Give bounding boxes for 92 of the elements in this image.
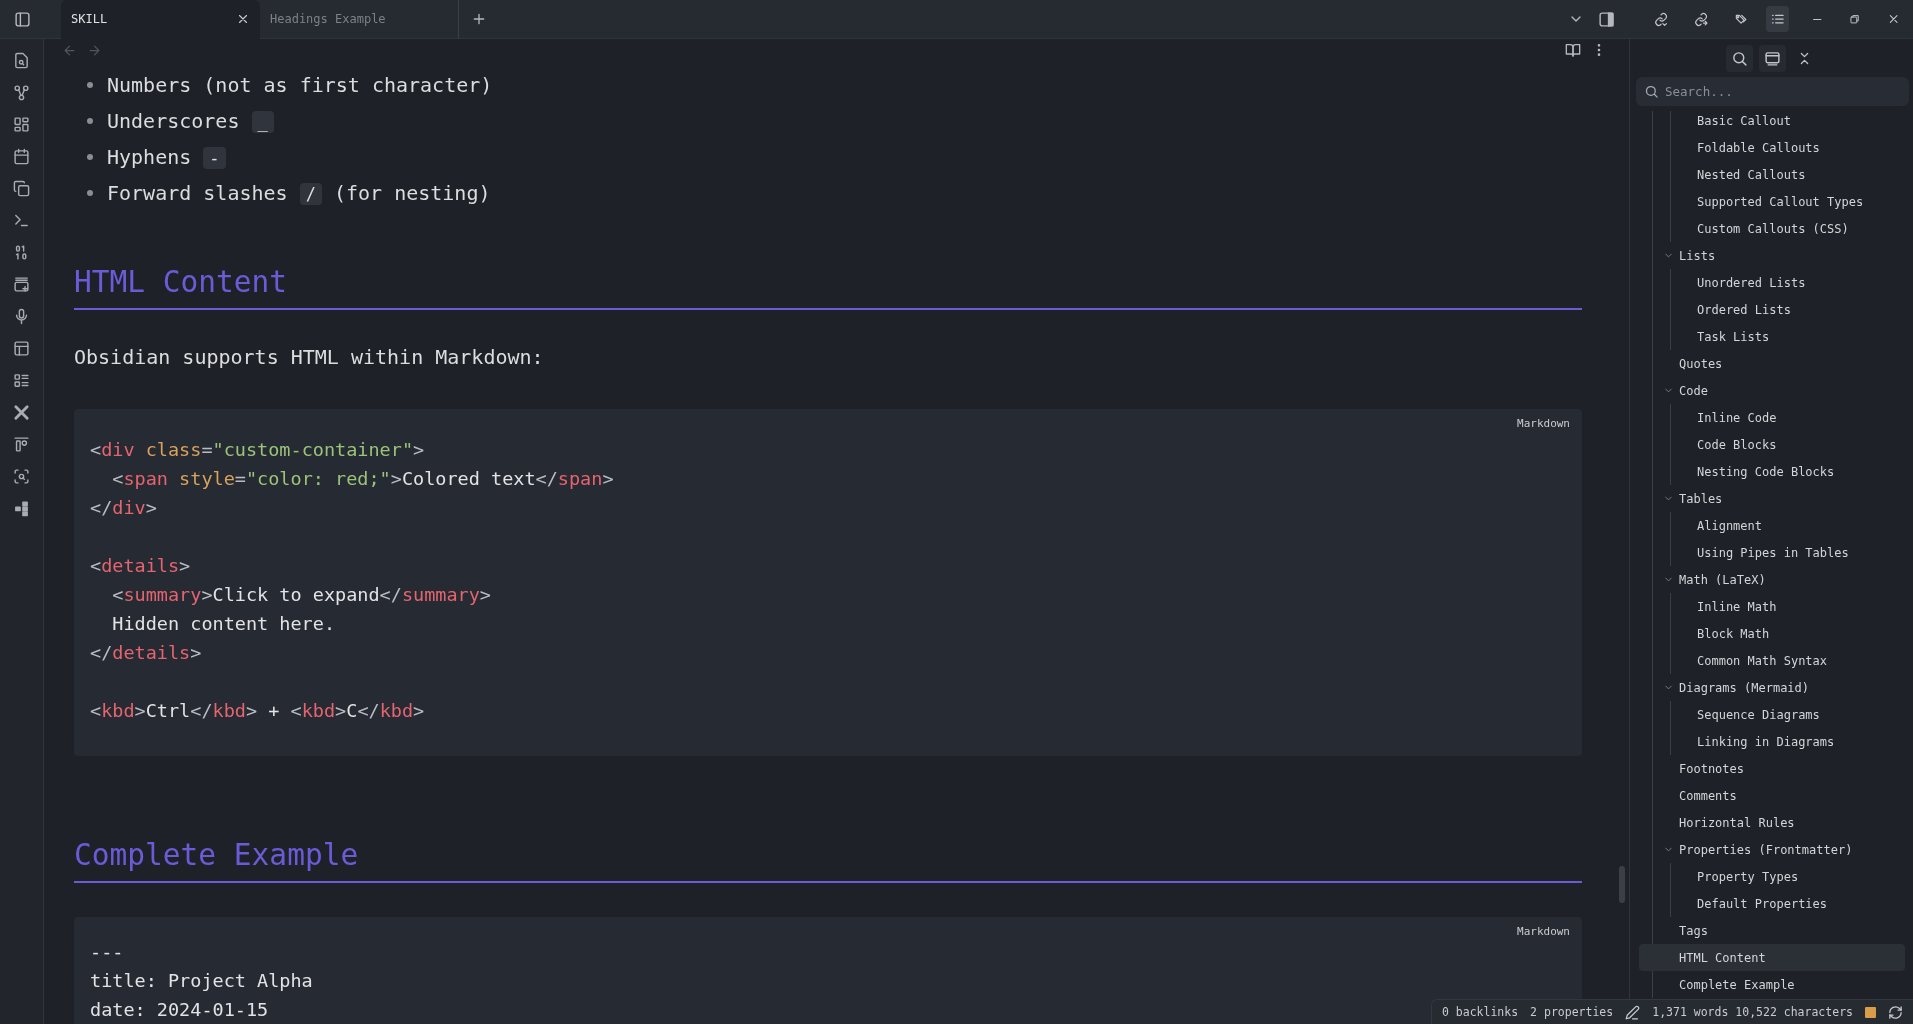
restore-icon[interactable] <box>1849 12 1861 26</box>
code-line: </details> <box>90 641 202 665</box>
code-line: </div> <box>90 496 157 520</box>
outline-item[interactable]: Ordered Lists <box>1671 296 1905 323</box>
bullet <box>87 154 93 160</box>
sync-icon[interactable] <box>1888 1004 1903 1020</box>
outline-item[interactable]: Common Math Syntax <box>1671 647 1905 674</box>
layout-icon[interactable] <box>1759 44 1786 72</box>
search-icon[interactable] <box>1726 44 1753 72</box>
code-line: <span style="color: red;">Colored text</span> <box>111 467 614 491</box>
microphone-icon[interactable] <box>13 307 30 325</box>
card-plus-icon[interactable] <box>13 275 30 293</box>
scrollbar-thumb[interactable] <box>1619 866 1625 903</box>
scan-search-icon[interactable] <box>13 467 30 485</box>
copy-icon[interactable] <box>13 179 30 197</box>
new-tab-icon[interactable] <box>471 11 487 27</box>
close-icon[interactable] <box>236 12 250 26</box>
code-line: <details> <box>90 554 191 578</box>
outline-item[interactable]: Basic Callout <box>1671 111 1905 134</box>
word-count[interactable]: 1,371 words 10,522 characters <box>1652 1005 1853 1019</box>
code-language-label: Markdown <box>1517 417 1570 430</box>
outline-item[interactable]: Nesting Code Blocks <box>1671 458 1905 485</box>
outline-item[interactable]: Horizontal Rules <box>1653 809 1905 836</box>
calendar-icon[interactable] <box>13 147 30 165</box>
outline-item[interactable]: Custom Callouts (CSS) <box>1671 215 1905 242</box>
tab-title[interactable]: Headings Example <box>270 12 448 26</box>
outline-item[interactable]: Property Types <box>1671 863 1905 890</box>
outline-item[interactable]: Using Pipes in Tables <box>1671 539 1905 566</box>
outline-item[interactable]: Properties (Frontmatter) <box>1653 836 1905 863</box>
outline-item[interactable]: Footnotes <box>1653 755 1905 782</box>
file-search-icon[interactable] <box>13 51 30 69</box>
outline-item[interactable]: Supported Callout Types <box>1671 188 1905 215</box>
outline-item[interactable]: HTML Content <box>1639 944 1905 971</box>
layout-icon[interactable] <box>13 339 30 357</box>
bullet <box>87 82 93 88</box>
outline-icon[interactable] <box>1765 6 1789 32</box>
heading: Complete Example <box>74 833 1582 883</box>
dashboard-icon[interactable] <box>13 115 30 133</box>
blocks-icon[interactable] <box>13 499 30 517</box>
code-line: Hidden content here. <box>111 612 336 636</box>
outline-item[interactable]: Task Lists <box>1671 323 1905 350</box>
pencil-icon[interactable] <box>1625 1004 1641 1020</box>
sync-status-square[interactable] <box>1865 1006 1876 1018</box>
outline-item[interactable]: Math (LaTeX) <box>1653 566 1905 593</box>
outline-item[interactable]: Comments <box>1653 782 1905 809</box>
backlinks-count[interactable]: 0 backlinks <box>1441 1005 1519 1019</box>
sidebar-toggle-icon[interactable] <box>13 10 31 28</box>
outline-item[interactable]: Tables <box>1653 485 1905 512</box>
outline-item[interactable]: Nested Callouts <box>1671 161 1905 188</box>
heading: HTML Content <box>74 260 1582 310</box>
outline-item[interactable]: Complete Example <box>1653 971 1905 998</box>
outline-item[interactable]: Alignment <box>1671 512 1905 539</box>
properties-count[interactable]: 2 properties <box>1530 1005 1614 1019</box>
outline-item[interactable]: Sequence Diagrams <box>1671 701 1905 728</box>
outline-item[interactable]: Lists <box>1653 242 1905 269</box>
outline-item[interactable]: Quotes <box>1653 350 1905 377</box>
code-line: --- <box>90 940 124 964</box>
search-field[interactable]: Search... <box>1636 77 1909 106</box>
outline-item[interactable]: Unordered Lists <box>1671 269 1905 296</box>
bullet <box>87 190 93 196</box>
bullet <box>87 118 93 124</box>
outline-item[interactable]: Inline Code <box>1671 404 1905 431</box>
outline-item[interactable]: Linking in Diagrams <box>1671 728 1905 755</box>
code-line: <div class="custom-container"> <box>90 438 425 462</box>
code-line: date: 2024-01-15 <box>90 998 269 1022</box>
search-icon <box>1644 84 1659 99</box>
list-item: Underscores _ <box>107 109 274 133</box>
code-line: <summary>Click to expand</summary> <box>111 583 491 607</box>
outline-item[interactable]: Code Blocks <box>1671 431 1905 458</box>
code-language-label: Markdown <box>1517 925 1570 938</box>
crossed-tools-icon[interactable] <box>13 403 30 421</box>
reading-view-icon[interactable] <box>1565 42 1581 58</box>
outline-item[interactable]: Default Properties <box>1671 890 1905 917</box>
code-line: title: Project Alpha <box>90 969 313 993</box>
tab-title[interactable]: SKILL <box>71 12 236 26</box>
graph-icon[interactable] <box>13 83 30 101</box>
outline-item[interactable]: Block Math <box>1671 620 1905 647</box>
list-item: Forward slashes / (for nesting) <box>107 181 491 205</box>
tab[interactable]: Headings Example <box>260 0 459 39</box>
kanban-icon[interactable] <box>13 435 30 453</box>
outline-item[interactable]: Diagrams (Mermaid) <box>1653 674 1905 701</box>
outline-item[interactable]: Tags <box>1653 917 1905 944</box>
list-item: Numbers (not as first character) <box>107 73 493 97</box>
list-item: Hyphens - <box>107 145 226 169</box>
paragraph: Obsidian supports HTML within Markdown: <box>74 344 545 371</box>
tab[interactable]: SKILL <box>61 0 260 39</box>
outline-item[interactable]: Foldable Callouts <box>1671 134 1905 161</box>
outline-item[interactable]: Inline Math <box>1671 593 1905 620</box>
checklist-icon[interactable] <box>13 371 30 389</box>
outline-item[interactable]: Code <box>1653 377 1905 404</box>
code-line: <kbd>Ctrl</kbd> + <kbd>C</kbd> <box>90 699 425 723</box>
right-sidebar-toggle-icon[interactable] <box>1598 10 1615 28</box>
